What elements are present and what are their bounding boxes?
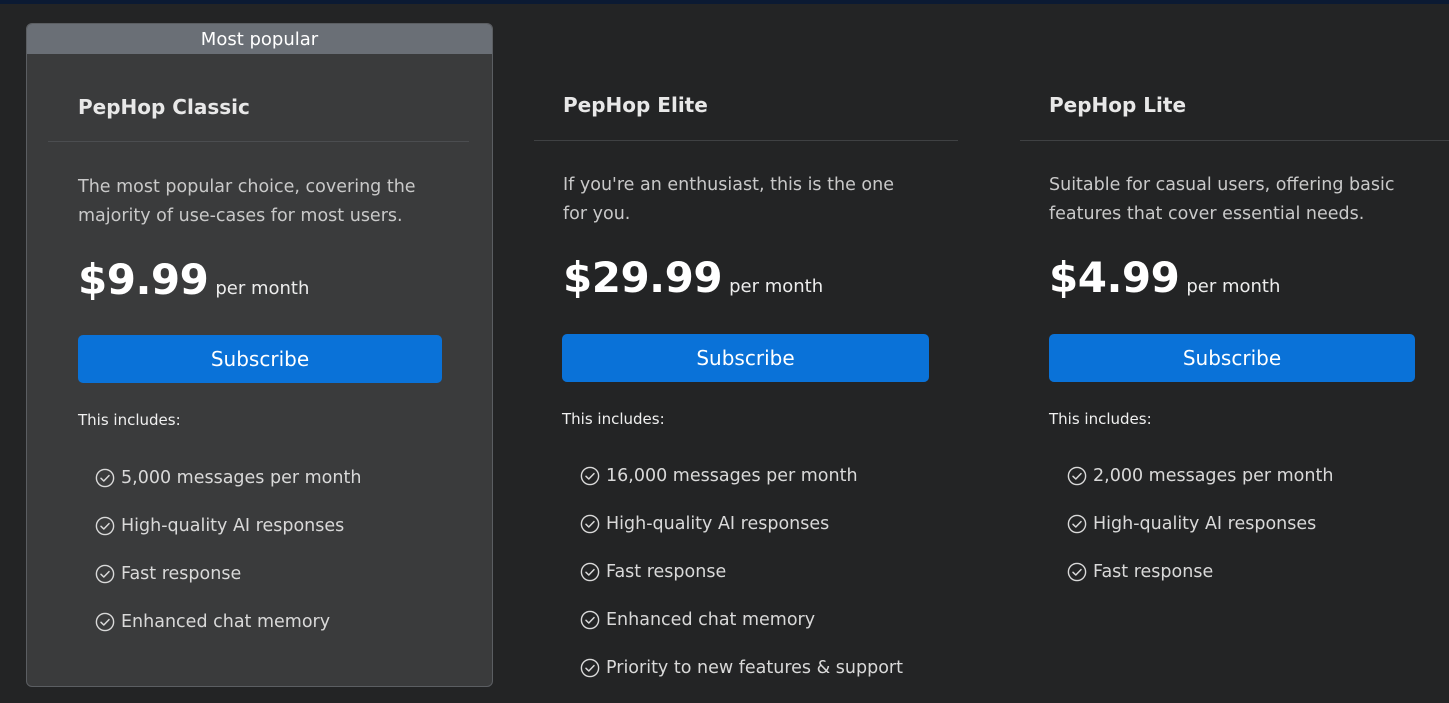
check-circle-icon xyxy=(580,514,600,534)
check-circle-icon xyxy=(1067,514,1087,534)
feature-list: 2,000 messages per month High-quality AI… xyxy=(1067,452,1333,596)
plan-price: $9.99 xyxy=(78,255,208,304)
feature-text: Fast response xyxy=(606,562,726,582)
feature-text: 5,000 messages per month xyxy=(121,468,361,488)
price-row: $4.99 per month xyxy=(1049,253,1280,302)
check-circle-icon xyxy=(580,562,600,582)
check-circle-icon xyxy=(1067,466,1087,486)
feature-item: 2,000 messages per month xyxy=(1067,452,1333,500)
subscribe-button-lite[interactable]: Subscribe xyxy=(1049,334,1415,382)
plan-card-elite: PepHop Elite If you're an enthusiast, th… xyxy=(534,23,974,687)
divider xyxy=(534,140,958,141)
check-circle-icon xyxy=(95,468,115,488)
feature-item: Fast response xyxy=(95,550,361,598)
feature-item: High-quality AI responses xyxy=(95,502,361,550)
feature-text: High-quality AI responses xyxy=(121,516,344,536)
price-period: per month xyxy=(1186,276,1280,297)
feature-list: 16,000 messages per month High-quality A… xyxy=(580,452,903,692)
subscribe-button-elite[interactable]: Subscribe xyxy=(562,334,929,382)
feature-item: Fast response xyxy=(580,548,903,596)
includes-label: This includes: xyxy=(1049,410,1152,428)
plan-description: Suitable for casual users, offering basi… xyxy=(1049,171,1409,229)
price-row: $29.99 per month xyxy=(563,253,823,302)
plan-name: PepHop Lite xyxy=(1049,93,1186,117)
check-circle-icon xyxy=(95,564,115,584)
feature-item: High-quality AI responses xyxy=(580,500,903,548)
plan-name: PepHop Classic xyxy=(78,95,250,119)
feature-list: 5,000 messages per month High-quality AI… xyxy=(95,454,361,646)
check-circle-icon xyxy=(580,466,600,486)
plan-price: $4.99 xyxy=(1049,253,1179,302)
subscribe-button-classic[interactable]: Subscribe xyxy=(78,335,442,383)
feature-item: Enhanced chat memory xyxy=(580,596,903,644)
check-circle-icon xyxy=(95,516,115,536)
feature-item: 5,000 messages per month xyxy=(95,454,361,502)
check-circle-icon xyxy=(95,612,115,632)
feature-text: Enhanced chat memory xyxy=(606,610,815,630)
plan-card-classic: Most popular PepHop Classic The most pop… xyxy=(26,23,493,687)
price-period: per month xyxy=(215,278,309,299)
includes-label: This includes: xyxy=(562,410,665,428)
plan-name: PepHop Elite xyxy=(563,93,708,117)
plan-description: If you're an enthusiast, this is the one… xyxy=(563,171,923,229)
check-circle-icon xyxy=(580,610,600,630)
feature-text: Fast response xyxy=(1093,562,1213,582)
feature-item: Enhanced chat memory xyxy=(95,598,361,646)
feature-item: Fast response xyxy=(1067,548,1333,596)
feature-text: Fast response xyxy=(121,564,241,584)
feature-text: Enhanced chat memory xyxy=(121,612,330,632)
divider xyxy=(1020,140,1449,141)
check-circle-icon xyxy=(1067,562,1087,582)
feature-item: 16,000 messages per month xyxy=(580,452,903,500)
feature-text: Priority to new features & support xyxy=(606,658,903,678)
plan-description: The most popular choice, covering the ma… xyxy=(78,173,418,231)
pricing-plans: Most popular PepHop Classic The most pop… xyxy=(0,0,1449,703)
most-popular-badge: Most popular xyxy=(27,24,492,54)
plan-card-lite: PepHop Lite Suitable for casual users, o… xyxy=(1020,23,1449,687)
price-period: per month xyxy=(729,276,823,297)
divider xyxy=(48,141,469,142)
price-row: $9.99 per month xyxy=(78,255,309,304)
feature-text: High-quality AI responses xyxy=(1093,514,1316,534)
feature-item: High-quality AI responses xyxy=(1067,500,1333,548)
feature-text: High-quality AI responses xyxy=(606,514,829,534)
includes-label: This includes: xyxy=(78,411,181,429)
feature-item: Priority to new features & support xyxy=(580,644,903,692)
plan-price: $29.99 xyxy=(563,253,722,302)
check-circle-icon xyxy=(580,658,600,678)
feature-text: 16,000 messages per month xyxy=(606,466,858,486)
feature-text: 2,000 messages per month xyxy=(1093,466,1333,486)
